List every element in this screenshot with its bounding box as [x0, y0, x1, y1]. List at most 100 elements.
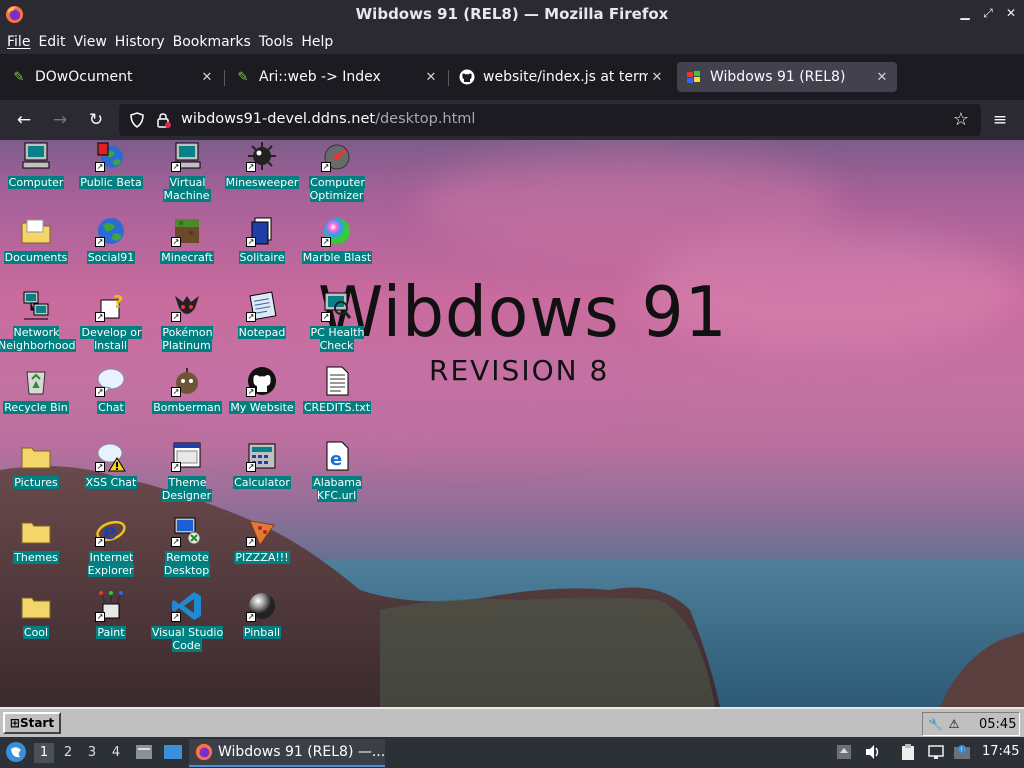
icon-label: Cool [22, 626, 50, 639]
desktop-icon-xss-chat[interactable]: ↗ XSS Chat [73, 440, 149, 506]
desktop-icon-chat[interactable]: ↗ Chat [73, 365, 149, 431]
desktop-icon-internet-explorer[interactable]: e ↗ Internet Explorer [73, 515, 149, 581]
close-tab-icon[interactable]: ✕ [198, 70, 216, 85]
desktop-icon-cool[interactable]: Cool [0, 590, 74, 656]
desktop-icon-marble-blast[interactable]: ↗ Marble Blast [299, 215, 375, 281]
desktop-icon-recycle-bin[interactable]: Recycle Bin [0, 365, 74, 431]
desktop-icon-network-neighborhood[interactable]: Network Neighborhood [0, 290, 77, 356]
wibdows-logo-icon: ⊞ [9, 716, 20, 730]
maximize-icon[interactable]: ⤢ [981, 6, 995, 20]
menu-bookmarks[interactable]: Bookmarks [169, 34, 255, 50]
shortcut-arrow-icon: ↗ [246, 162, 256, 172]
computer-icon [20, 140, 52, 172]
updates-icon[interactable] [835, 743, 853, 761]
taskbar-firefox-window[interactable]: Wibdows 91 (REL8) —... [189, 739, 385, 767]
themes-folder-icon [20, 515, 52, 547]
wrench-icon[interactable]: 🔧 [928, 717, 943, 731]
desktop-icon-notepad[interactable]: ↗ Notepad [224, 290, 300, 356]
bookmark-star-icon[interactable]: ☆ [951, 110, 971, 130]
app-menu-icon[interactable] [5, 741, 27, 763]
network-icon [20, 290, 52, 322]
reload-icon[interactable]: ↻ [84, 108, 108, 132]
clipboard-icon[interactable] [899, 743, 917, 761]
url-text[interactable]: wibdows91-devel.ddns.net/desktop.html [181, 111, 475, 127]
icon-label: Solitaire [238, 251, 286, 264]
tab-label: website/index.js at termi [483, 69, 648, 85]
desktop-icon-theme-designer[interactable]: ↗ Theme Designer [149, 440, 225, 506]
desktop-icon-develop-or-install[interactable]: ? ↗ Develop or Install [73, 290, 149, 356]
icon-label: Remote Desktop [163, 551, 211, 577]
wiki-icon: ✎ [237, 69, 249, 85]
workspace-3[interactable]: 3 [82, 743, 102, 763]
volume-icon[interactable] [864, 743, 882, 761]
desktop-icon-computer-optimizer[interactable]: ↗ Computer Optimizer [299, 140, 375, 206]
tab-ari-web[interactable]: ✎ Ari::web -> Index ✕ [226, 62, 446, 92]
start-button[interactable]: ⊞Start [3, 712, 61, 734]
menu-edit[interactable]: Edit [34, 34, 69, 50]
desktop-icon-themes[interactable]: Themes [0, 515, 74, 581]
menu-help[interactable]: Help [297, 34, 337, 50]
desktop-icon-pc-health-check[interactable]: ↗ PC Health Check [299, 290, 375, 356]
desktop-icon-calculator[interactable]: ↗ Calculator [224, 440, 300, 506]
icon-label: Alabama KFC.url [312, 476, 362, 502]
desktop-icon-solitaire[interactable]: ↗ Solitaire [224, 215, 300, 281]
desktop-icon-minecraft[interactable]: ↗ Minecraft [149, 215, 225, 281]
desktop-icon-alabama-kfc-url[interactable]: e Alabama KFC.url [299, 440, 375, 506]
menu-view[interactable]: View [70, 34, 111, 50]
close-icon[interactable]: ✕ [1004, 6, 1018, 20]
url-path: /desktop.html [375, 111, 476, 127]
desktop-icon-visual-studio-code[interactable]: ↗ Visual Studio Code [149, 590, 225, 656]
lock-icon[interactable] [155, 112, 171, 128]
desktop-icon-social91[interactable]: ↗ Social91 [73, 215, 149, 281]
desktop-icon-credits-txt[interactable]: CREDITS.txt [299, 365, 375, 431]
tab-wibdows91[interactable]: Wibdows 91 (REL8) ✕ [677, 62, 897, 92]
desktop-icon-remote-desktop[interactable]: ↗ Remote Desktop [149, 515, 225, 581]
page-viewport: Wibdows 91 REVISION 8 Computer ↗ Public … [0, 140, 1024, 707]
icon-label: Visual Studio Code [150, 626, 224, 652]
desktop-icon-virtual-machine[interactable]: ↗ Virtual Machine [149, 140, 225, 206]
icon-label: Theme Designer [161, 476, 213, 502]
desktop-icon-pizzza[interactable]: ↗ PIZZZA!!! [224, 515, 300, 581]
back-arrow-icon[interactable]: ← [12, 108, 36, 132]
close-tab-icon[interactable]: ✕ [648, 70, 666, 85]
close-tab-icon[interactable]: ✕ [873, 70, 891, 85]
cool-folder-icon [20, 590, 52, 622]
icon-label: Pinball [242, 626, 282, 639]
network-tray-icon[interactable] [927, 743, 945, 761]
file-manager-icon[interactable] [135, 743, 153, 761]
shortcut-arrow-icon: ↗ [246, 387, 256, 397]
workspace-4[interactable]: 4 [106, 743, 126, 763]
menu-tools[interactable]: Tools [255, 34, 298, 50]
tab-dowocument[interactable]: ✎ DOwOcument ✕ [2, 62, 222, 92]
menu-history[interactable]: History [111, 34, 169, 50]
warning-icon[interactable]: ⚠ [947, 717, 961, 731]
desktop-icon-computer[interactable]: Computer [0, 140, 74, 206]
workspace-1[interactable]: 1 [34, 743, 54, 763]
close-tab-icon[interactable]: ✕ [422, 70, 440, 85]
desktop-icon-documents[interactable]: Documents [0, 215, 74, 281]
desktop-icon-public-beta[interactable]: ↗ Public Beta [73, 140, 149, 206]
recycle-bin-icon [20, 365, 52, 397]
desktop-icon-paint[interactable]: ↗ Paint [73, 590, 149, 656]
menu-file[interactable]: File [3, 34, 34, 50]
svg-text:e: e [103, 519, 117, 545]
icon-label: Themes [13, 551, 59, 564]
desktop-icon-pinball[interactable]: ↗ Pinball [224, 590, 300, 656]
notification-icon[interactable]: ! [953, 743, 971, 761]
shortcut-arrow-icon: ↗ [95, 537, 105, 547]
desktop-icon-pokemon-platinum[interactable]: ↗ Pokémon Platinum [149, 290, 225, 356]
desktop-icon-pictures[interactable]: Pictures [0, 440, 74, 506]
address-bar[interactable]: wibdows91-devel.ddns.net/desktop.html ☆ [119, 104, 981, 136]
shield-icon[interactable] [129, 112, 145, 128]
forward-arrow-icon[interactable]: → [48, 108, 72, 132]
icon-label: Virtual Machine [163, 176, 211, 202]
show-desktop-icon[interactable] [163, 743, 183, 761]
desktop-icon-minesweeper[interactable]: ↗ Minesweeper [224, 140, 300, 206]
workspace-2[interactable]: 2 [58, 743, 78, 763]
desktop-icon-bomberman[interactable]: ↗ Bomberman [149, 365, 225, 431]
os-clock: 17:45 [982, 744, 1020, 759]
hamburger-menu-icon[interactable]: ≡ [988, 108, 1012, 132]
minimize-icon[interactable]: ▁ [958, 6, 972, 20]
desktop-icon-my-website[interactable]: ↗ My Website [224, 365, 300, 431]
tab-github[interactable]: website/index.js at termi ✕ [450, 62, 672, 92]
